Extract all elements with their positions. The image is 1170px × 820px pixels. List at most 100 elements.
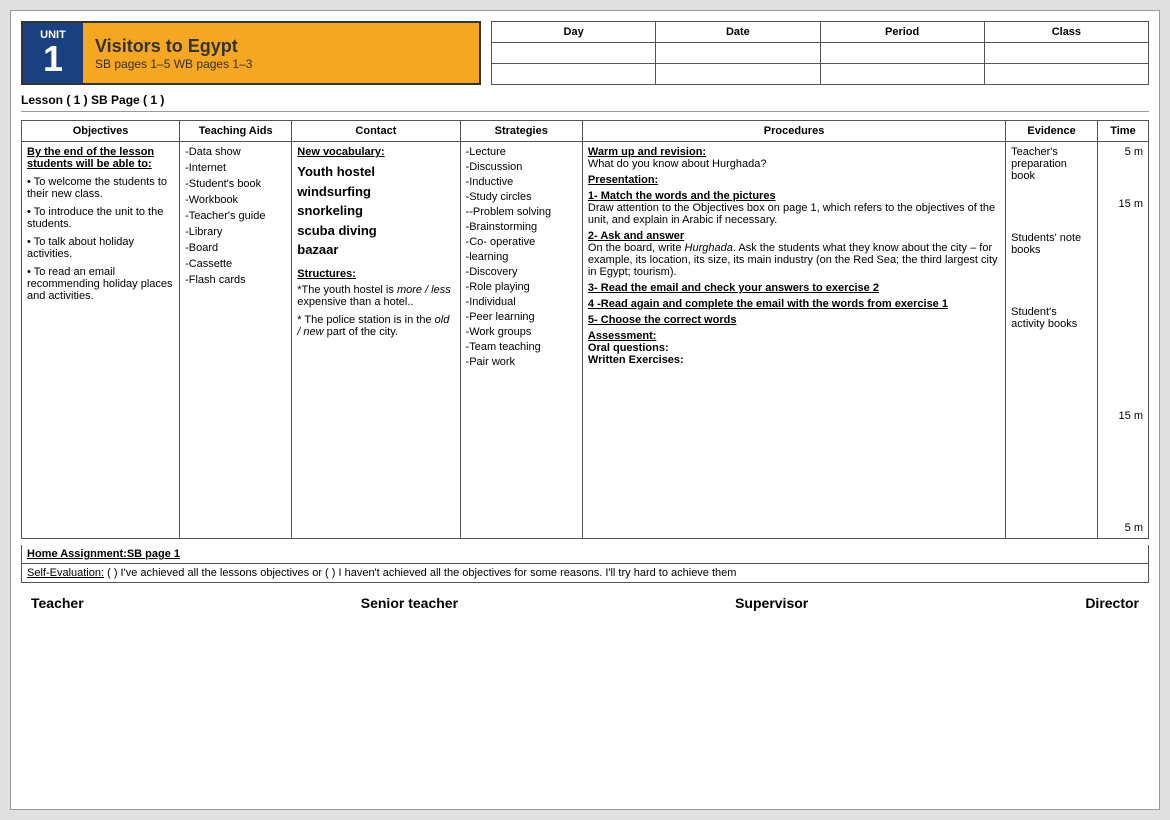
step4: 4 -Read again and complete the email wit…: [588, 298, 1000, 310]
contact-cell: New vocabulary: Youth hostel windsurfing…: [292, 142, 460, 539]
objective-4: • To read an email recommending holiday …: [27, 266, 174, 302]
aid-6: -Library: [185, 226, 286, 238]
warmup-heading-text: Warm up and revision:: [588, 146, 706, 158]
struct-1: *The youth hostel is more / less expensi…: [297, 284, 454, 308]
strategies-cell: -Lecture -Discussion -Inductive -Study c…: [460, 142, 582, 539]
aid-8: -Cassette: [185, 258, 286, 270]
self-eval-label: Self-Evaluation:: [27, 567, 104, 579]
time-2: 15 m: [1103, 198, 1143, 210]
self-eval-text: ( ) I've achieved all the lessons object…: [107, 567, 736, 579]
strat-13: -Work groups: [466, 326, 577, 338]
schedule-header-period: Period: [820, 22, 984, 43]
aid-3: -Student's book: [185, 178, 286, 190]
step3: 3- Read the email and check your answers…: [588, 282, 1000, 294]
aid-4: -Workbook: [185, 194, 286, 206]
objectives-cell: By the end of the lesson students will b…: [22, 142, 180, 539]
strat-4: -Study circles: [466, 191, 577, 203]
step4-heading: 4 -Read again and complete the email wit…: [588, 298, 948, 310]
hurghada-italic: Hurghada: [685, 242, 733, 254]
vocab-1: Youth hostel: [297, 164, 375, 179]
evidence-3: Student's activity books: [1011, 306, 1092, 330]
step2-heading: 2- Ask and answer: [588, 230, 684, 242]
aid-1: -Data show: [185, 146, 286, 158]
step3-heading: 3- Read the email and check your answers…: [588, 282, 879, 294]
time-4: 5 m: [1103, 522, 1143, 534]
header-objectives: Objectives: [22, 121, 180, 142]
lesson-plan-page: UNIT 1 Visitors to Egypt SB pages 1–5 WB…: [10, 10, 1160, 810]
teacher-signature: Teacher: [31, 595, 84, 611]
evidence-1: Teacher's preparation book: [1011, 146, 1092, 182]
strat-11: -Individual: [466, 296, 577, 308]
schedule-row2-period: [820, 64, 984, 85]
step5-heading: 5- Choose the correct words: [588, 314, 737, 326]
self-eval: Self-Evaluation: ( ) I've achieved all t…: [21, 564, 1149, 583]
strat-14: -Team teaching: [466, 341, 577, 353]
assessment-written: Written Exercises:: [588, 354, 1000, 366]
presentation-heading: Presentation:: [588, 174, 1000, 186]
strat-3: -Inductive: [466, 176, 577, 188]
unit-title-box: Visitors to Egypt SB pages 1–5 WB pages …: [83, 23, 479, 83]
strat-5: --Problem solving: [466, 206, 577, 218]
aid-7: -Board: [185, 242, 286, 254]
procedures-cell: Warm up and revision: What do you know a…: [582, 142, 1005, 539]
time-3: 15 m: [1103, 410, 1143, 422]
aid-5: -Teacher's guide: [185, 210, 286, 222]
vocab-3: snorkeling: [297, 203, 363, 218]
objective-2: • To introduce the unit to the students.: [27, 206, 174, 230]
assessment-oral: Oral questions:: [588, 342, 1000, 354]
signatures: Teacher Senior teacher Supervisor Direct…: [21, 595, 1149, 611]
step1-text: Draw attention to the Objectives box on …: [588, 202, 1000, 226]
struct-2: * The police station is in the old / new…: [297, 314, 454, 338]
teaching-aids-cell: -Data show -Internet -Student's book -Wo…: [180, 142, 292, 539]
header-time: Time: [1097, 121, 1148, 142]
vocab-heading: New vocabulary:: [297, 146, 454, 158]
vocab-4: scuba diving: [297, 223, 376, 238]
strat-7: -Co- operative: [466, 236, 577, 248]
header-strategies: Strategies: [460, 121, 582, 142]
senior-teacher-signature: Senior teacher: [361, 595, 458, 611]
header-procedures: Procedures: [582, 121, 1005, 142]
home-assignment: Home Assignment:SB page 1: [21, 545, 1149, 564]
strat-6: -Brainstorming: [466, 221, 577, 233]
evidence-cell: Teacher's preparation book Students' not…: [1006, 142, 1098, 539]
struct-1-italic: more / less: [397, 284, 451, 296]
aid-2: -Internet: [185, 162, 286, 174]
strat-9: -Discovery: [466, 266, 577, 278]
objective-3: • To talk about holiday activities.: [27, 236, 174, 260]
vocab-5: bazaar: [297, 242, 338, 257]
unit-pages: SB pages 1–5 WB pages 1–3: [95, 57, 467, 71]
header-evidence: Evidence: [1006, 121, 1098, 142]
schedule-header-class: Class: [984, 22, 1148, 43]
vocab-items: Youth hostel windsurfing snorkeling scub…: [297, 162, 454, 260]
warmup-text: What do you know about Hurghada?: [588, 158, 1000, 170]
schedule-header-day: Day: [492, 22, 656, 43]
lesson-line: Lesson ( 1 ) SB Page ( 1 ): [21, 93, 1149, 112]
header-contact: Contact: [292, 121, 460, 142]
objective-1: • To welcome the students to their new c…: [27, 176, 174, 200]
strat-10: -Role playing: [466, 281, 577, 293]
unit-title: Visitors to Egypt: [95, 36, 467, 57]
unit-number: 1: [43, 41, 63, 77]
header-aids: Teaching Aids: [180, 121, 292, 142]
step5: 5- Choose the correct words: [588, 314, 1000, 326]
schedule-row2-date: [656, 64, 820, 85]
step2-text: On the board, write Hurghada. Ask the st…: [588, 242, 1000, 278]
schedule-row2-day: [492, 64, 656, 85]
evidence-2: Students' note books: [1011, 232, 1092, 256]
unit-header: UNIT 1 Visitors to Egypt SB pages 1–5 WB…: [21, 21, 481, 85]
strat-12: -Peer learning: [466, 311, 577, 323]
assessment-written-text: Written Exercises:: [588, 354, 684, 366]
strat-15: -Pair work: [466, 356, 577, 368]
schedule-row1-date: [656, 43, 820, 64]
assessment: Assessment:: [588, 330, 1000, 342]
director-signature: Director: [1085, 595, 1139, 611]
presentation-heading-text: Presentation:: [588, 174, 658, 186]
time-cell: 5 m 15 m 15 m 5 m: [1097, 142, 1148, 539]
time-1: 5 m: [1103, 146, 1143, 158]
schedule-row1-period: [820, 43, 984, 64]
objectives-intro: By the end of the lesson students will b…: [27, 146, 174, 170]
schedule-row1-day: [492, 43, 656, 64]
warmup-heading: Warm up and revision:: [588, 146, 1000, 158]
home-assignment-text: Home Assignment:SB page 1: [27, 548, 180, 560]
strat-2: -Discussion: [466, 161, 577, 173]
